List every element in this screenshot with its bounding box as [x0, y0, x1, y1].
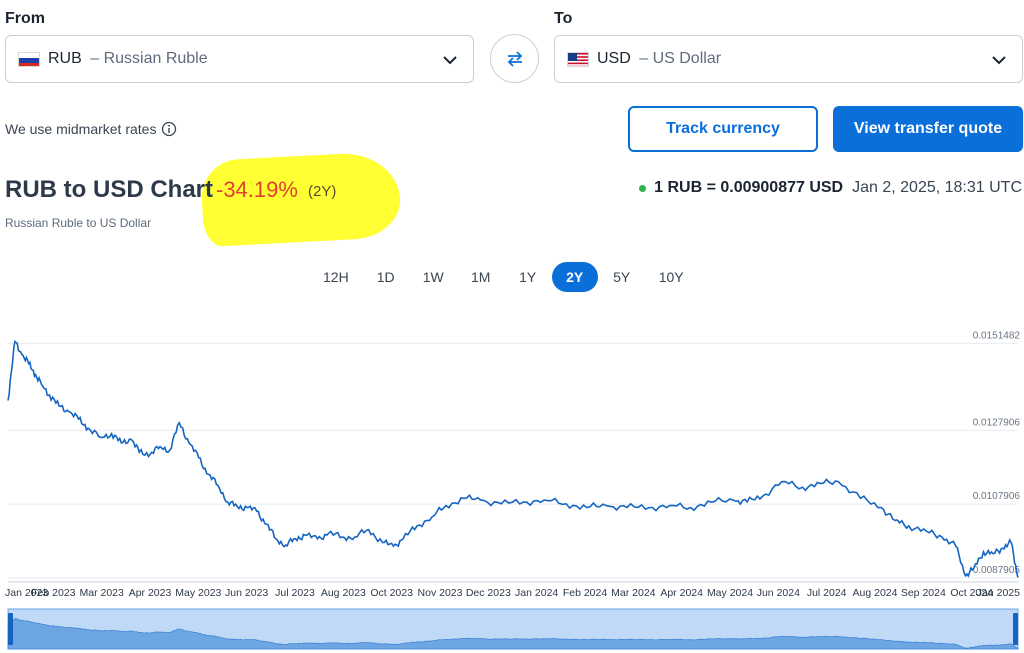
rate-chart[interactable]: 0.0151482 0.0127906 0.0107906 0.0087905 Jan … [0, 300, 1024, 605]
russia-flag-icon [18, 51, 40, 67]
x-tick-label: Mar 2023 [79, 587, 124, 599]
x-tick-label: Aug 2024 [853, 587, 898, 599]
x-tick-label: Jul 2023 [275, 587, 315, 599]
x-tick-label: May 2024 [707, 587, 753, 599]
x-tick-label: Jan 2024 [515, 587, 558, 599]
swap-currencies-button[interactable] [490, 34, 539, 83]
midmarket-text: We use midmarket rates [5, 121, 157, 137]
chart-subtitle: Russian Ruble to US Dollar [5, 216, 152, 230]
chevron-down-icon [992, 56, 1006, 65]
y-tick-label: 0.0087905 [973, 565, 1021, 576]
swap-arrows-icon [507, 50, 522, 67]
x-tick-label: Sep 2024 [901, 587, 946, 599]
from-currency-select[interactable]: RUB – Russian Ruble [5, 35, 474, 83]
range-button-1w[interactable]: 1W [410, 262, 457, 292]
to-currency-select[interactable]: USD – US Dollar [554, 35, 1023, 83]
x-tick-label: Jul 2024 [807, 587, 847, 599]
x-tick-label: Aug 2023 [321, 587, 366, 599]
rate-value: 1 RUB = 0.00900877 USD [654, 179, 844, 196]
x-tick-label: Feb 2024 [563, 587, 608, 599]
series-line [7, 340, 1019, 578]
x-tick-label: May 2023 [175, 587, 221, 599]
x-tick-label: Mar 2024 [611, 587, 656, 599]
x-tick-label: Nov 2023 [418, 587, 463, 599]
chevron-down-icon [443, 56, 457, 65]
range-button-1m[interactable]: 1M [458, 262, 504, 292]
from-label: From [5, 10, 45, 27]
usa-flag-icon [567, 51, 589, 67]
range-button-12h[interactable]: 12H [310, 262, 362, 292]
range-button-10y[interactable]: 10Y [646, 262, 697, 292]
y-tick-label: 0.0107906 [973, 491, 1021, 502]
info-icon[interactable] [161, 121, 177, 137]
to-label: To [554, 10, 573, 27]
from-currency-name: Russian Ruble [103, 50, 208, 67]
view-transfer-quote-button[interactable]: View transfer quote [833, 106, 1023, 152]
navigator-handle-right[interactable] [1013, 613, 1018, 645]
from-currency-code: RUB [48, 50, 82, 67]
to-currency-code: USD [597, 50, 631, 67]
rate-timestamp: Jan 2, 2025, 18:31 UTC [852, 179, 1022, 196]
x-tick-label: Jun 2024 [757, 587, 800, 599]
range-button-5y[interactable]: 5Y [599, 262, 645, 292]
y-tick-label: 0.0151482 [973, 330, 1021, 341]
y-tick-label: 0.0127906 [973, 417, 1021, 428]
change-percent: -34.19% [216, 177, 298, 202]
navigator-handle-left[interactable] [8, 613, 13, 645]
range-button-2y[interactable]: 2Y [551, 262, 598, 292]
x-tick-label: Dec 2023 [466, 587, 511, 599]
range-selector: 12H 1D 1W 1M 1Y 2Y 5Y 10Y [310, 262, 698, 292]
x-tick-label: Apr 2023 [129, 587, 172, 599]
midmarket-note: We use midmarket rates [5, 121, 177, 137]
range-button-1y[interactable]: 1Y [505, 262, 551, 292]
to-currency-name: US Dollar [652, 50, 722, 67]
chart-title: RUB to USD Chart [5, 176, 213, 203]
live-dot-icon [639, 184, 647, 192]
x-tick-label: Oct 2023 [370, 587, 413, 599]
x-tick-label: Jan 2025 [977, 587, 1020, 599]
current-rate: 1 RUB = 0.00900877 USD Jan 2, 2025, 18:3… [639, 179, 1022, 197]
x-tick-label: Apr 2024 [660, 587, 703, 599]
track-currency-button[interactable]: Track currency [628, 106, 818, 152]
change-period: (2Y) [308, 183, 337, 200]
range-navigator[interactable] [0, 607, 1024, 651]
range-button-1d[interactable]: 1D [363, 262, 409, 292]
x-tick-label: Jun 2023 [225, 587, 268, 599]
x-tick-label: Feb 2023 [31, 587, 76, 599]
